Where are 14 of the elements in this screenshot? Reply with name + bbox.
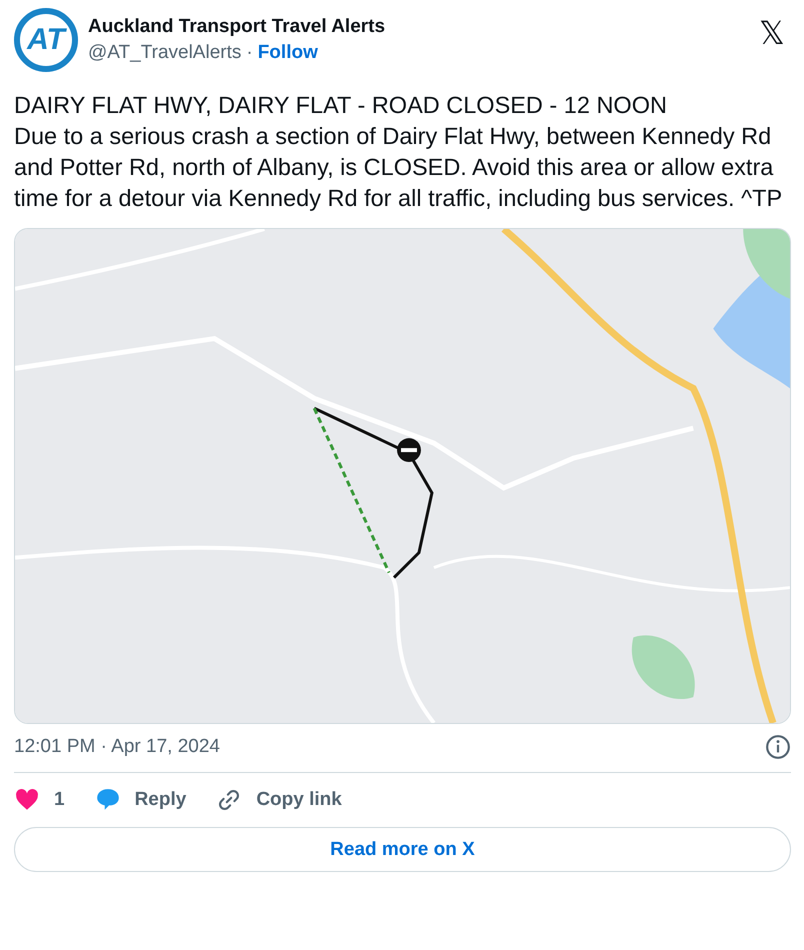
timestamp[interactable]: 12:01 PM · Apr 17, 2024: [14, 736, 220, 758]
like-button[interactable]: 1: [14, 787, 65, 813]
x-logo[interactable]: 𝕏: [759, 14, 785, 52]
author-name[interactable]: Auckland Transport Travel Alerts: [88, 16, 749, 38]
reply-button[interactable]: Reply: [94, 787, 186, 813]
follow-link[interactable]: Follow: [258, 42, 318, 64]
speech-bubble-icon: [94, 787, 121, 813]
read-more-button[interactable]: Read more on X: [14, 827, 791, 872]
copy-button[interactable]: Copy link: [216, 787, 342, 813]
info-icon[interactable]: [765, 734, 791, 760]
avatar-logo[interactable]: AT: [14, 8, 78, 72]
author-handle: @AT_TravelAlerts: [88, 42, 242, 64]
separator-dot: ·: [246, 42, 253, 64]
tweet-text: DAIRY FLAT HWY, DAIRY FLAT - ROAD CLOSED - 12 NOON Due to a serious crash a section of Dairy Flat Hwy, between Kennedy Rd and Potter Rd, north of Albany, is CLOSED. Avoid this area or allow extra time for a detour via Kennedy Rd for all traffic, including bus services. ^TP: [14, 91, 784, 213]
